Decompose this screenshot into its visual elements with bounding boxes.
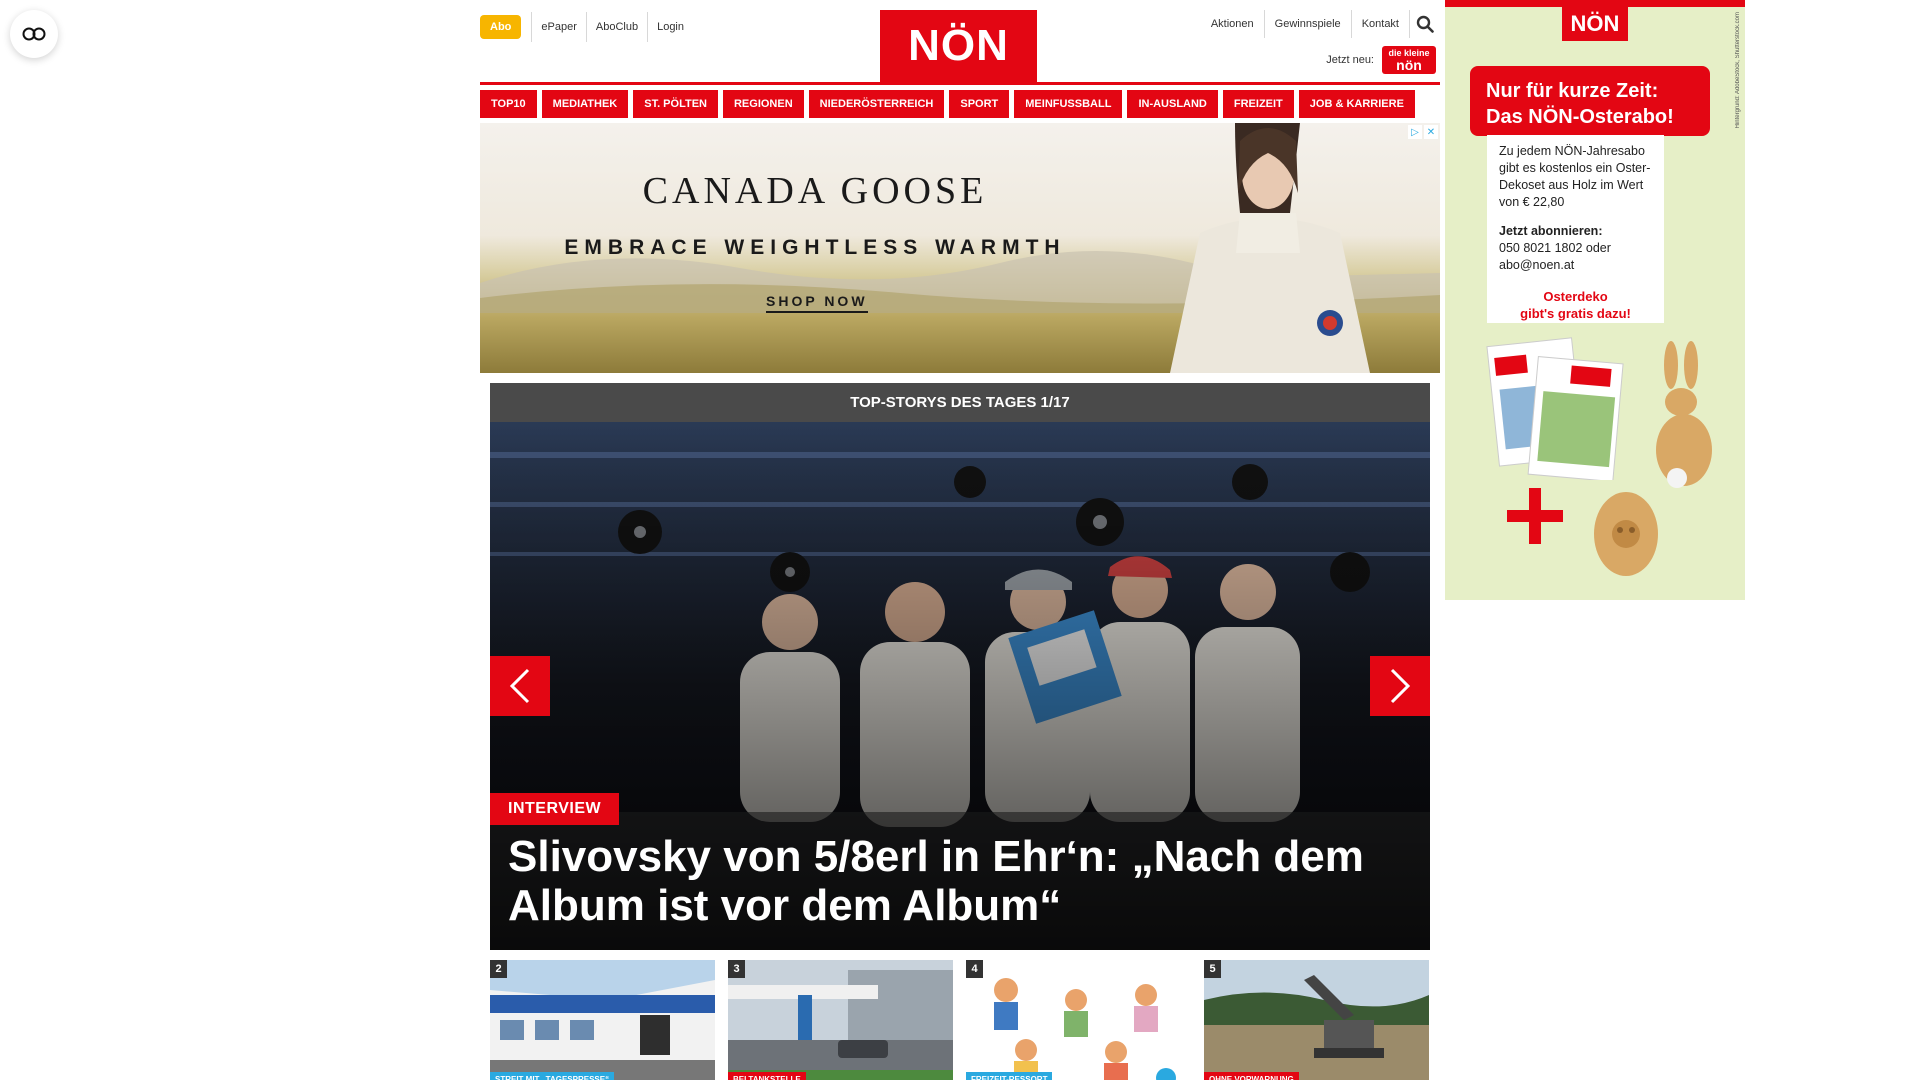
login-link[interactable]: Login bbox=[648, 12, 693, 42]
main-column: Abo ePaper AboClub Login NÖN Aktionen Ge… bbox=[480, 0, 1440, 1080]
thumb-image-2 bbox=[490, 960, 715, 1080]
hero-prev-button[interactable] bbox=[490, 656, 550, 716]
ad-choices-icon[interactable]: ▷ bbox=[1408, 125, 1422, 139]
ad-model-image bbox=[1170, 123, 1370, 373]
thumb-image-5 bbox=[1204, 960, 1429, 1080]
story-thumb-5[interactable]: 5 OHNE VORWARNUNG bbox=[1204, 960, 1429, 1080]
ad-choices[interactable]: ▷ ✕ bbox=[1408, 125, 1438, 139]
epaper-link[interactable]: ePaper bbox=[532, 12, 587, 42]
thumb-number: 5 bbox=[1204, 960, 1221, 978]
top-stories: TOP-STORYS DES TAGES 1/17 INTERVIEW Sliv… bbox=[490, 383, 1430, 1080]
story-thumb-4[interactable]: 4 FREIZEIT-RESSORT bbox=[966, 960, 1191, 1080]
egg-illustration bbox=[1594, 492, 1658, 576]
hero-title[interactable]: Slivovsky von 5/8erl in Ehr‘n: „Nach dem… bbox=[508, 832, 1388, 930]
thumb-tag: OHNE VORWARNUNG bbox=[1204, 1072, 1299, 1080]
cat-in-ausland[interactable]: IN-AUSLAND bbox=[1127, 90, 1218, 118]
kleine-logo-bottom: nön bbox=[1396, 57, 1422, 73]
abo-button[interactable]: Abo bbox=[480, 15, 522, 39]
sky-contact: 050 8021 1802 oder abo@noen.at bbox=[1499, 241, 1611, 272]
thumb-tag: FREIZEIT-RESSORT bbox=[966, 1072, 1053, 1080]
cat-sport[interactable]: SPORT bbox=[949, 90, 1010, 118]
cat-top10[interactable]: TOP10 bbox=[480, 90, 537, 118]
hero-story[interactable]: INTERVIEW Slivovsky von 5/8erl in Ehr‘n:… bbox=[490, 422, 1430, 950]
story-thumbnails: 2 STREIT MIT „TAGESPRESSE“ 3 BELTANKSTEL… bbox=[490, 960, 1430, 1080]
sky-noen-logo: NÖN bbox=[1562, 7, 1628, 41]
sky-topbar bbox=[1445, 0, 1745, 7]
sky-headline: Nur für kurze Zeit: Das NÖN-Osterabo! bbox=[1470, 66, 1710, 136]
cat-regionen[interactable]: REGIONEN bbox=[722, 90, 804, 118]
thumb-number: 3 bbox=[728, 960, 745, 978]
sky-headline-1: Nur für kurze Zeit: bbox=[1486, 80, 1659, 102]
newspaper-illustration bbox=[1486, 337, 1624, 480]
plus-icon bbox=[1507, 488, 1563, 544]
cat-freizeit[interactable]: FREIZEIT bbox=[1222, 90, 1294, 118]
aktionen-link[interactable]: Aktionen bbox=[1201, 10, 1265, 38]
cat-job-karriere[interactable]: JOB & KARRIERE bbox=[1298, 90, 1415, 118]
story-thumb-3[interactable]: 3 BELTANKSTELLE bbox=[728, 960, 953, 1080]
search-button[interactable] bbox=[1410, 10, 1440, 38]
gewinnspiele-link[interactable]: Gewinnspiele bbox=[1265, 10, 1352, 38]
top-stories-heading: TOP-STORYS DES TAGES 1/17 bbox=[490, 383, 1430, 422]
header-divider bbox=[480, 82, 1440, 85]
sky-headline-2: Das NÖN-Osterabo! bbox=[1486, 106, 1674, 128]
kontakt-link[interactable]: Kontakt bbox=[1352, 10, 1410, 38]
sky-body: Zu jedem NÖN-Jahresabo gibt es kostenlos… bbox=[1499, 144, 1651, 209]
ad-tagline: EMBRACE WEIGHTLESS WARMTH bbox=[564, 236, 1066, 259]
top-right-nav: Aktionen Gewinnspiele Kontakt bbox=[1201, 10, 1440, 38]
jetzt-neu-promo: Jetzt neu: die kleine nön bbox=[1326, 46, 1436, 74]
sky-subscribe-label: Jetzt abonnieren: bbox=[1499, 224, 1603, 238]
aboclub-link[interactable]: AboClub bbox=[587, 12, 649, 42]
sky-promo-1: Osterdeko bbox=[1543, 289, 1608, 304]
hero-tag: INTERVIEW bbox=[490, 793, 620, 825]
sky-promo: Osterdeko gibt's gratis dazu! bbox=[1499, 288, 1652, 322]
chevron-right-icon bbox=[1390, 668, 1411, 704]
accessibility-glasses-icon bbox=[22, 27, 46, 41]
noen-logo[interactable]: NÖN bbox=[880, 10, 1037, 82]
cat-niederoesterreich[interactable]: NIEDERÖSTERREICH bbox=[808, 90, 945, 118]
abo-wrapper: Abo bbox=[480, 12, 533, 42]
bunny-illustration bbox=[1656, 341, 1712, 488]
thumb-image-4 bbox=[966, 960, 1191, 1080]
thumb-image-3 bbox=[728, 960, 953, 1080]
accessibility-button[interactable] bbox=[10, 10, 58, 58]
hero-next-button[interactable] bbox=[1370, 656, 1430, 716]
kleine-noen-logo[interactable]: die kleine nön bbox=[1382, 46, 1436, 74]
thumb-tag: BELTANKSTELLE bbox=[728, 1072, 806, 1080]
cat-mediathek[interactable]: MEDIATHEK bbox=[541, 90, 629, 118]
ad-brand: CANADA GOOSE bbox=[642, 170, 988, 212]
category-nav: TOP10 MEDIATHEK ST. PÖLTEN REGIONEN NIED… bbox=[480, 90, 1440, 118]
ad-banner[interactable]: CANADA GOOSE EMBRACE WEIGHTLESS WARMTH S… bbox=[480, 123, 1440, 373]
thumb-number: 4 bbox=[966, 960, 983, 978]
ad-close-icon[interactable]: ✕ bbox=[1424, 125, 1438, 139]
search-icon bbox=[1416, 15, 1434, 33]
sky-promo-2: gibt's gratis dazu! bbox=[1520, 306, 1631, 321]
top-left-nav: Abo ePaper AboClub Login bbox=[480, 12, 693, 42]
story-thumb-2[interactable]: 2 STREIT MIT „TAGESPRESSE“ bbox=[490, 960, 715, 1080]
ad-shop-now-button[interactable]: SHOP NOW bbox=[766, 293, 868, 313]
cat-meinfussball[interactable]: MEINFUSSBALL bbox=[1014, 90, 1123, 118]
thumb-tag: STREIT MIT „TAGESPRESSE“ bbox=[490, 1072, 615, 1080]
thumb-number: 2 bbox=[490, 960, 507, 978]
chevron-left-icon bbox=[509, 668, 530, 704]
cat-st-poelten[interactable]: ST. PÖLTEN bbox=[633, 90, 718, 118]
skyscraper-ad[interactable]: NÖN Hintergrund: AdobeStock, Shutterstoc… bbox=[1445, 0, 1745, 600]
jetzt-neu-label: Jetzt neu: bbox=[1326, 54, 1374, 66]
sky-offer-card: Zu jedem NÖN-Jahresabo gibt es kostenlos… bbox=[1487, 135, 1664, 323]
sky-image-credit: Hintergrund: AdobeStock, Shutterstock.co… bbox=[1735, 12, 1741, 129]
